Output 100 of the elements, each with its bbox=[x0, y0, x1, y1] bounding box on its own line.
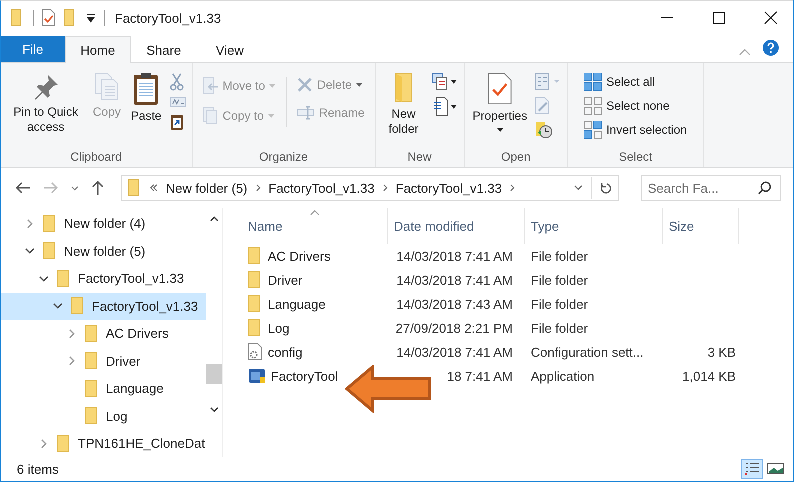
date-cell-text: 14/03/2018 7:41 AM bbox=[396, 272, 514, 288]
grid-icon bbox=[584, 121, 602, 139]
folder-icon bbox=[128, 179, 142, 197]
properties-icon[interactable] bbox=[42, 9, 56, 27]
breadcrumb[interactable]: FactoryTool_v1.33 bbox=[396, 180, 502, 196]
size-cell: 1,014 KB bbox=[682, 368, 736, 384]
refresh-icon[interactable] bbox=[600, 182, 612, 194]
properties-button[interactable]: Properties bbox=[470, 67, 530, 150]
scroll-down-icon[interactable] bbox=[210, 407, 218, 413]
search-icon[interactable] bbox=[758, 181, 772, 195]
file-name[interactable]: Log bbox=[268, 320, 290, 336]
cross-icon bbox=[297, 77, 314, 93]
easy-access-icon[interactable] bbox=[432, 97, 458, 117]
ribbon-tab[interactable]: View bbox=[197, 37, 263, 63]
tree-item[interactable]: Log bbox=[1, 402, 206, 430]
group-label: Select bbox=[619, 150, 652, 164]
date-cell-text: 14/03/2018 7:41 AM bbox=[396, 248, 514, 264]
column-header[interactable]: Name bbox=[242, 208, 388, 244]
chevron-right-icon[interactable] bbox=[69, 356, 75, 366]
scroll-up-icon[interactable] bbox=[210, 216, 218, 222]
tree-item[interactable]: Driver bbox=[1, 348, 206, 375]
group-label: New bbox=[408, 150, 432, 164]
recent-icon[interactable] bbox=[71, 186, 79, 190]
folder-icon bbox=[85, 352, 100, 370]
tree-item[interactable]: TPN161HE_CloneDat bbox=[1, 430, 206, 457]
type-cell-text: Configuration sett... bbox=[530, 344, 645, 360]
ribbon-tab[interactable]: Home bbox=[65, 36, 131, 63]
chevron-icon[interactable] bbox=[510, 184, 516, 192]
date-cell-text: 27/09/2018 2:21 PM bbox=[394, 320, 514, 336]
caret-icon bbox=[268, 114, 276, 118]
file-name[interactable]: FactoryTool bbox=[271, 368, 338, 384]
chevron-down-icon[interactable] bbox=[25, 248, 35, 254]
paste-shortcut-icon[interactable] bbox=[170, 113, 184, 131]
search-field[interactable]: Search Fa... bbox=[641, 175, 781, 201]
file-tab[interactable]: File bbox=[1, 36, 65, 62]
column-header[interactable]: Type bbox=[525, 208, 663, 244]
chevron-down-icon[interactable] bbox=[39, 276, 49, 282]
group-label: Open bbox=[501, 150, 531, 164]
new-folder-button[interactable]: New folder bbox=[382, 67, 426, 150]
folder-icon bbox=[85, 324, 100, 343]
column-header[interactable]: Size bbox=[663, 208, 739, 244]
folder-icon bbox=[248, 319, 263, 337]
select-option[interactable]: Invert selection bbox=[584, 121, 688, 139]
caret-icon bbox=[269, 84, 276, 88]
column-header[interactable]: Date modified bbox=[388, 208, 525, 244]
date-cell-text: 18 7:41 AM bbox=[446, 368, 514, 384]
file-name[interactable]: Driver bbox=[268, 272, 303, 288]
paste-button[interactable]: Paste bbox=[129, 67, 164, 150]
breadcrumb[interactable]: FactoryTool_v1.33 bbox=[268, 180, 375, 196]
folder-icon bbox=[248, 295, 263, 313]
chevron-icon[interactable] bbox=[256, 184, 261, 192]
chevron-right-icon[interactable] bbox=[41, 438, 47, 449]
chevron-right-icon[interactable] bbox=[27, 218, 33, 229]
folder-icon bbox=[43, 242, 58, 260]
copy-icon bbox=[95, 73, 119, 101]
back-icon[interactable] bbox=[15, 181, 31, 195]
tree-item[interactable]: Language bbox=[1, 375, 206, 402]
chevron-right-icon[interactable] bbox=[69, 328, 75, 339]
copy-icon bbox=[202, 107, 219, 125]
window-title: FactoryTool_v1.33 bbox=[115, 10, 222, 26]
file-name[interactable]: config bbox=[268, 344, 303, 360]
help-icon[interactable] bbox=[763, 40, 779, 56]
folder-icon bbox=[248, 247, 263, 265]
group-label: Organize bbox=[259, 150, 308, 164]
close-icon[interactable] bbox=[764, 11, 778, 25]
tree-item[interactable]: FactoryTool_v1.33 bbox=[1, 265, 206, 292]
ribbon-tab[interactable]: Share bbox=[131, 37, 197, 63]
details-view-icon[interactable] bbox=[741, 459, 763, 479]
breadcrumb[interactable]: New folder (5) bbox=[166, 180, 248, 196]
dropdown-icon[interactable] bbox=[86, 13, 96, 23]
file-name[interactable]: Language bbox=[268, 296, 326, 312]
file-name[interactable]: AC Drivers bbox=[268, 248, 331, 264]
double-chevron-icon[interactable] bbox=[150, 184, 158, 192]
up-icon[interactable] bbox=[91, 180, 105, 196]
tree-item[interactable]: New folder (5) bbox=[1, 238, 206, 265]
type-cell-text: File folder bbox=[530, 296, 590, 312]
folder-icon bbox=[248, 271, 263, 289]
type-cell-text: File folder bbox=[530, 320, 590, 336]
folder-icon bbox=[85, 380, 100, 398]
clipboard-icon bbox=[134, 73, 158, 105]
date-cell-text: 14/03/2018 7:43 AM bbox=[396, 296, 514, 312]
caret-icon bbox=[356, 83, 364, 87]
chevron-down-icon[interactable] bbox=[53, 303, 63, 310]
folder-icon bbox=[394, 73, 413, 103]
tree-item[interactable]: AC Drivers bbox=[1, 320, 206, 348]
select-option[interactable]: Select none bbox=[584, 97, 688, 115]
settings-file-icon bbox=[248, 343, 263, 361]
tree-item[interactable]: FactoryTool_v1.33 bbox=[1, 292, 206, 320]
grid-icon bbox=[584, 73, 602, 91]
scrollbar-thumb[interactable] bbox=[206, 364, 222, 384]
tree-item[interactable]: New folder (4) bbox=[1, 210, 206, 238]
grid-icon bbox=[584, 97, 602, 115]
maximize-icon[interactable] bbox=[712, 11, 726, 25]
chevron-icon[interactable] bbox=[382, 184, 388, 192]
date-cell-text: 14/03/2018 7:41 AM bbox=[396, 344, 514, 360]
pin-button[interactable]: Pin to Quick access bbox=[7, 67, 85, 150]
select-option[interactable]: Select all bbox=[584, 73, 688, 91]
history-icon[interactable] bbox=[535, 121, 554, 139]
new-item-icon[interactable] bbox=[432, 73, 458, 91]
copy-path-icon[interactable] bbox=[170, 97, 186, 107]
